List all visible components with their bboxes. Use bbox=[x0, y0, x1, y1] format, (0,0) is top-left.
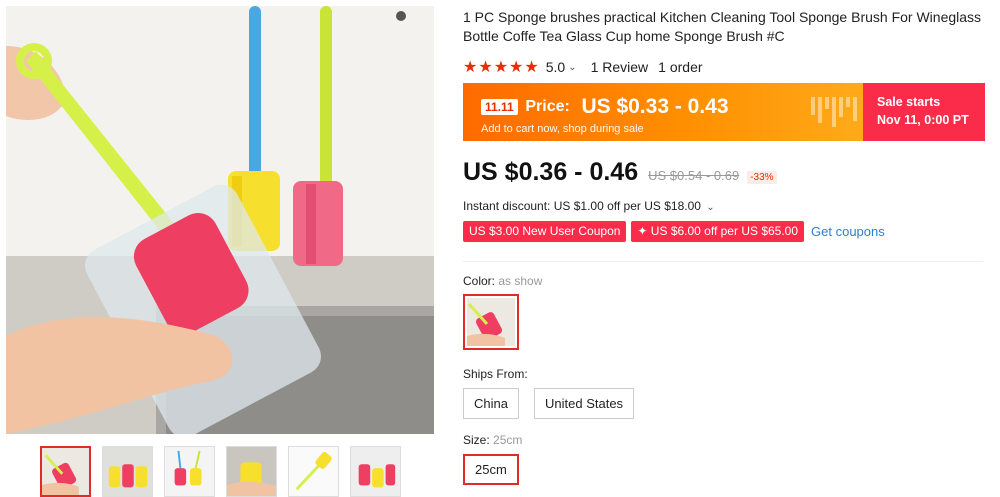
star-rating-icon: ★★★★★ bbox=[463, 59, 540, 76]
instant-discount-text: Instant discount: US $1.00 off per US $1… bbox=[463, 199, 701, 213]
thumbnail-strip bbox=[40, 446, 401, 497]
sale-start-panel: Sale starts Nov 11, 0:00 PT bbox=[863, 83, 985, 141]
color-label: Color: bbox=[463, 274, 496, 288]
thumbnail[interactable] bbox=[350, 446, 401, 497]
thumbnail[interactable] bbox=[288, 446, 339, 497]
coupon-row: US $3.00 New User Coupon ✦ US $6.00 off … bbox=[463, 221, 885, 242]
ships-from-label: Ships From: bbox=[463, 367, 528, 381]
thumbnail[interactable] bbox=[40, 446, 91, 497]
discount-badge: -33% bbox=[747, 171, 777, 184]
size-option-25cm[interactable]: 25cm bbox=[463, 454, 519, 485]
color-option-label: Color: as show bbox=[463, 274, 542, 288]
original-price: US $0.54 - 0.69 bbox=[648, 168, 740, 183]
promo-subtext: Add to cart now, shop during sale bbox=[481, 123, 644, 135]
new-user-coupon[interactable]: US $3.00 New User Coupon bbox=[463, 221, 627, 242]
rating-row: ★★★★★ 5.0 ⌄ 1 Review 1 order bbox=[463, 58, 993, 76]
sale-badge: 11.11 bbox=[481, 99, 518, 115]
size-label: Size: bbox=[463, 433, 490, 447]
color-swatch[interactable] bbox=[463, 294, 519, 350]
reviews-link[interactable]: 1 Review bbox=[591, 59, 649, 75]
color-value: as show bbox=[498, 274, 543, 288]
orders-count: 1 order bbox=[658, 59, 703, 75]
ships-option-united-states[interactable]: United States bbox=[534, 388, 635, 419]
sale-start-date: Nov 11, 0:00 PT bbox=[877, 113, 969, 127]
promo-price-value: US $0.33 - 0.43 bbox=[581, 95, 729, 118]
chevron-down-icon[interactable]: ⌄ bbox=[706, 202, 714, 213]
current-price: US $0.36 - 0.46 bbox=[463, 158, 639, 186]
promo-price-panel: 11.11 Price: US $0.33 - 0.43 Add to cart… bbox=[463, 83, 863, 141]
promo-price-label: Price: bbox=[525, 98, 570, 115]
chevron-down-icon[interactable]: ⌄ bbox=[568, 62, 576, 73]
thumbnail[interactable] bbox=[164, 446, 215, 497]
get-coupons-link[interactable]: Get coupons bbox=[811, 224, 885, 239]
sale-promo-banner: 11.11 Price: US $0.33 - 0.43 Add to cart… bbox=[463, 83, 985, 141]
size-option-label: Size: 25cm bbox=[463, 433, 522, 447]
sale-start-title: Sale starts bbox=[877, 95, 941, 109]
ships-option-china[interactable]: China bbox=[463, 388, 519, 419]
store-coupon[interactable]: ✦ US $6.00 off per US $65.00 bbox=[631, 221, 805, 242]
product-title: 1 PC Sponge brushes practical Kitchen Cl… bbox=[463, 9, 982, 44]
thumbnail[interactable] bbox=[226, 446, 277, 497]
size-value: 25cm bbox=[493, 433, 523, 447]
instant-discount[interactable]: Instant discount: US $1.00 off per US $1… bbox=[463, 199, 729, 213]
main-product-image[interactable] bbox=[6, 6, 434, 434]
divider bbox=[463, 261, 983, 262]
product-photo bbox=[6, 6, 434, 434]
rating-value[interactable]: 5.0 bbox=[546, 59, 565, 75]
product-info: 1 PC Sponge brushes practical Kitchen Cl… bbox=[463, 8, 993, 485]
thumbnail[interactable] bbox=[102, 446, 153, 497]
price-row: US $0.36 - 0.46 US $0.54 - 0.69 -33% bbox=[463, 158, 777, 187]
decorative-bars-icon bbox=[811, 97, 857, 127]
